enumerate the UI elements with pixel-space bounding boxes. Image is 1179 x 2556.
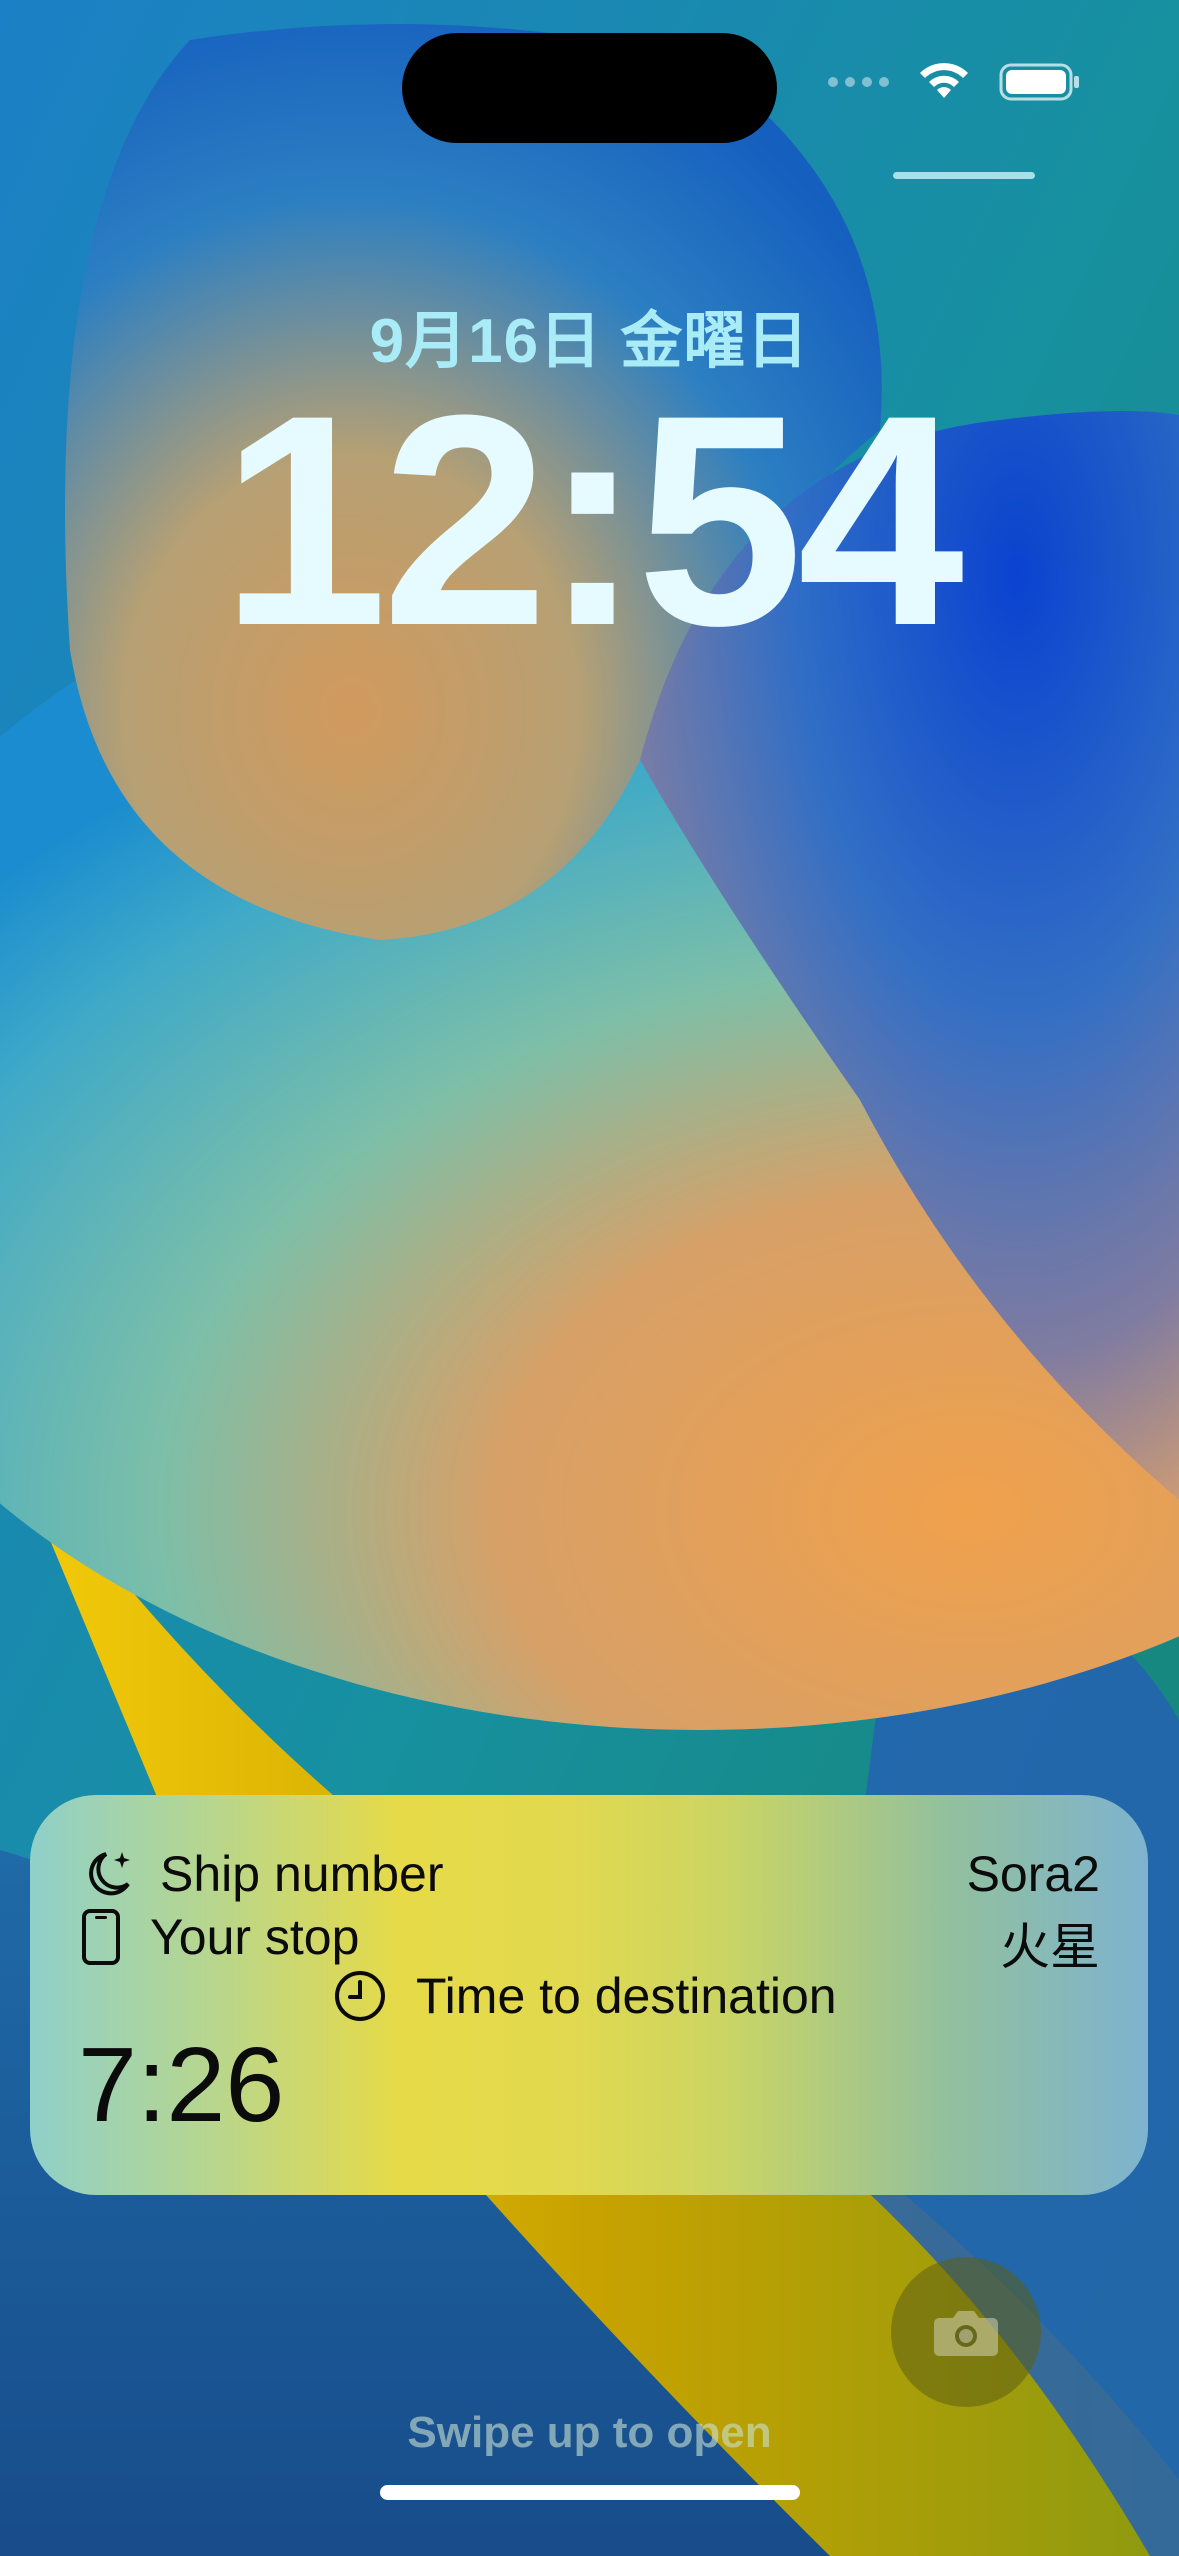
camera-button[interactable] <box>891 2257 1041 2407</box>
home-indicator[interactable] <box>380 2485 800 2500</box>
your-stop-value: 火星 <box>1000 1919 1100 1975</box>
notification-indicator <box>893 172 1035 179</box>
live-activity-widget[interactable]: Ship number Sora2 Your stop 火星 Time to d… <box>30 1795 1148 2195</box>
clock-icon <box>335 1971 385 2021</box>
time-to-destination-label: Time to destination <box>416 1968 837 2024</box>
remaining-time: 7:26 <box>78 2026 285 2144</box>
moon-stars-icon <box>89 1852 130 1896</box>
your-stop-label: Your stop <box>150 1909 360 1965</box>
wifi-icon <box>920 63 968 98</box>
swipe-up-hint: Swipe up to open <box>407 2408 772 2457</box>
status-bar <box>828 62 1081 102</box>
signal-dots-icon <box>828 77 889 87</box>
ship-number-label: Ship number <box>160 1846 444 1902</box>
dynamic-island <box>402 33 777 143</box>
lock-clock: 12:54 <box>220 352 964 688</box>
phone-icon <box>82 1909 120 1965</box>
ship-number-value: Sora2 <box>966 1846 1100 1902</box>
camera-icon <box>934 2311 998 2356</box>
battery-icon <box>999 63 1079 101</box>
